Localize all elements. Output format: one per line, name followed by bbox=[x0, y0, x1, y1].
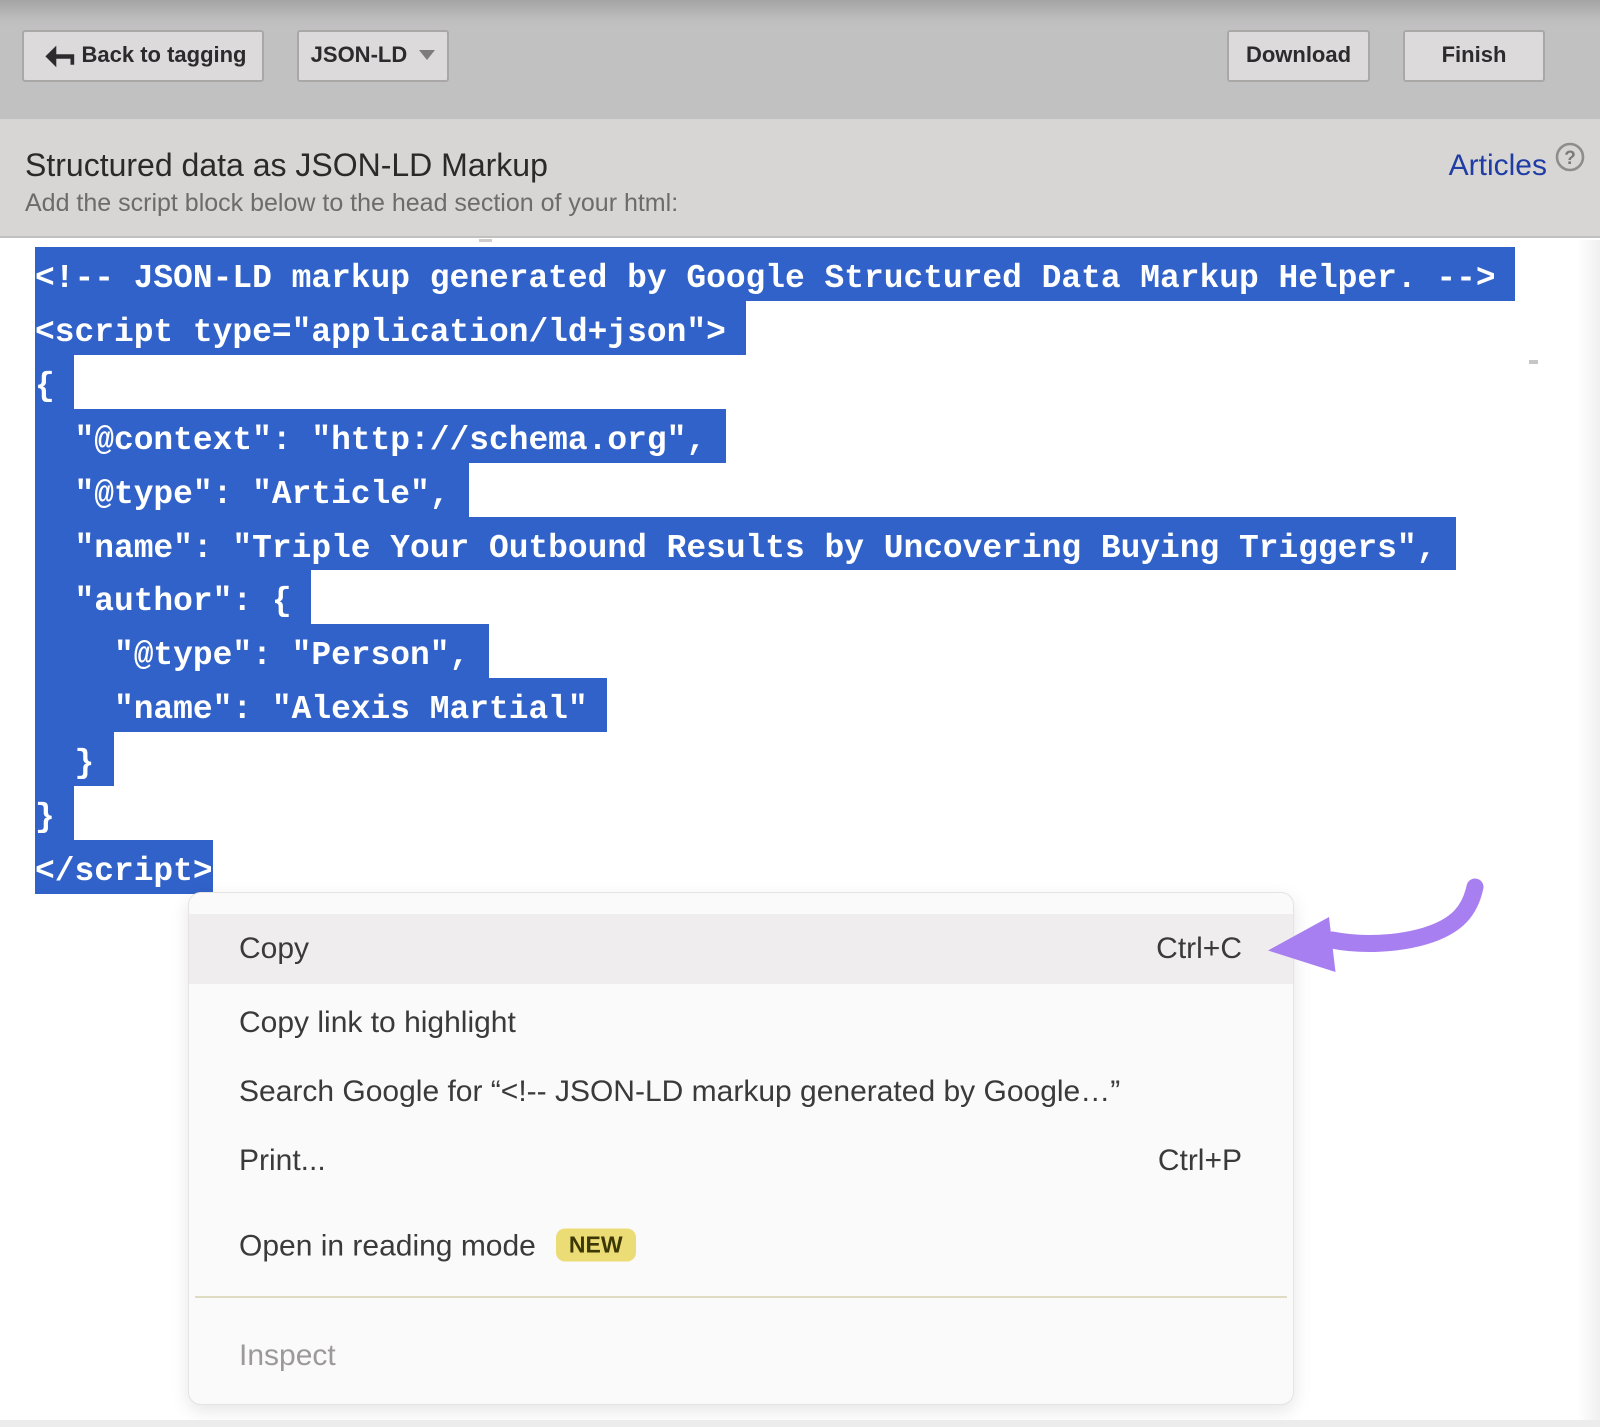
svg-text:?: ? bbox=[1564, 148, 1576, 169]
